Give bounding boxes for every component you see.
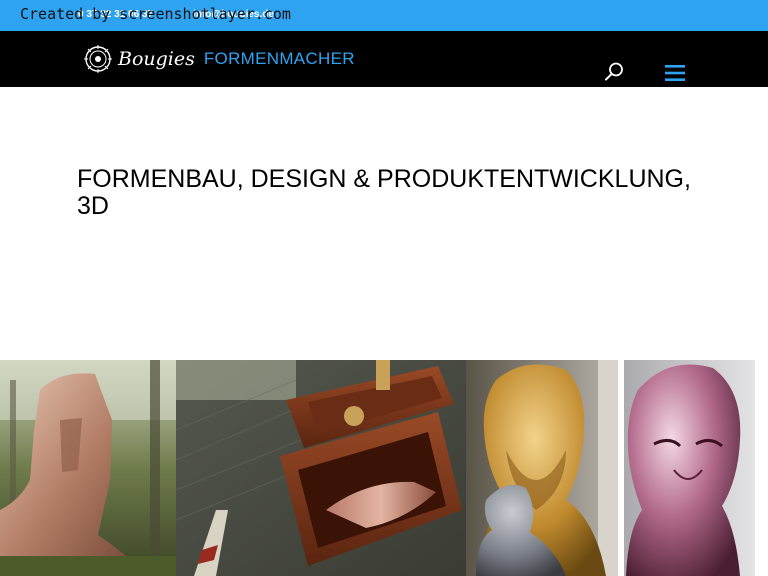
watermark-text: Created by screenshotlayer.com (20, 5, 291, 23)
logo-brand-text: Bougies (118, 48, 195, 70)
wooden-box-bullet-image (176, 360, 468, 576)
page-title: FORMENBAU, DESIGN & PRODUKTENTWICKLUNG, … (77, 165, 691, 220)
logo-sub-text: FORMENMACHER (203, 49, 355, 68)
golden-bust-image (466, 360, 620, 576)
moai-head-sculpture-image (0, 360, 178, 576)
hamburger-menu-icon[interactable] (663, 64, 687, 82)
site-logo[interactable]: Bougies FORMENMACHER (84, 43, 355, 75)
ornament-logo-icon (84, 45, 112, 73)
main-header: Bougies FORMENMACHER (0, 31, 768, 87)
search-icon[interactable] (603, 61, 625, 83)
metallic-bust-image (618, 360, 755, 576)
hero-image-collage (0, 360, 755, 576)
